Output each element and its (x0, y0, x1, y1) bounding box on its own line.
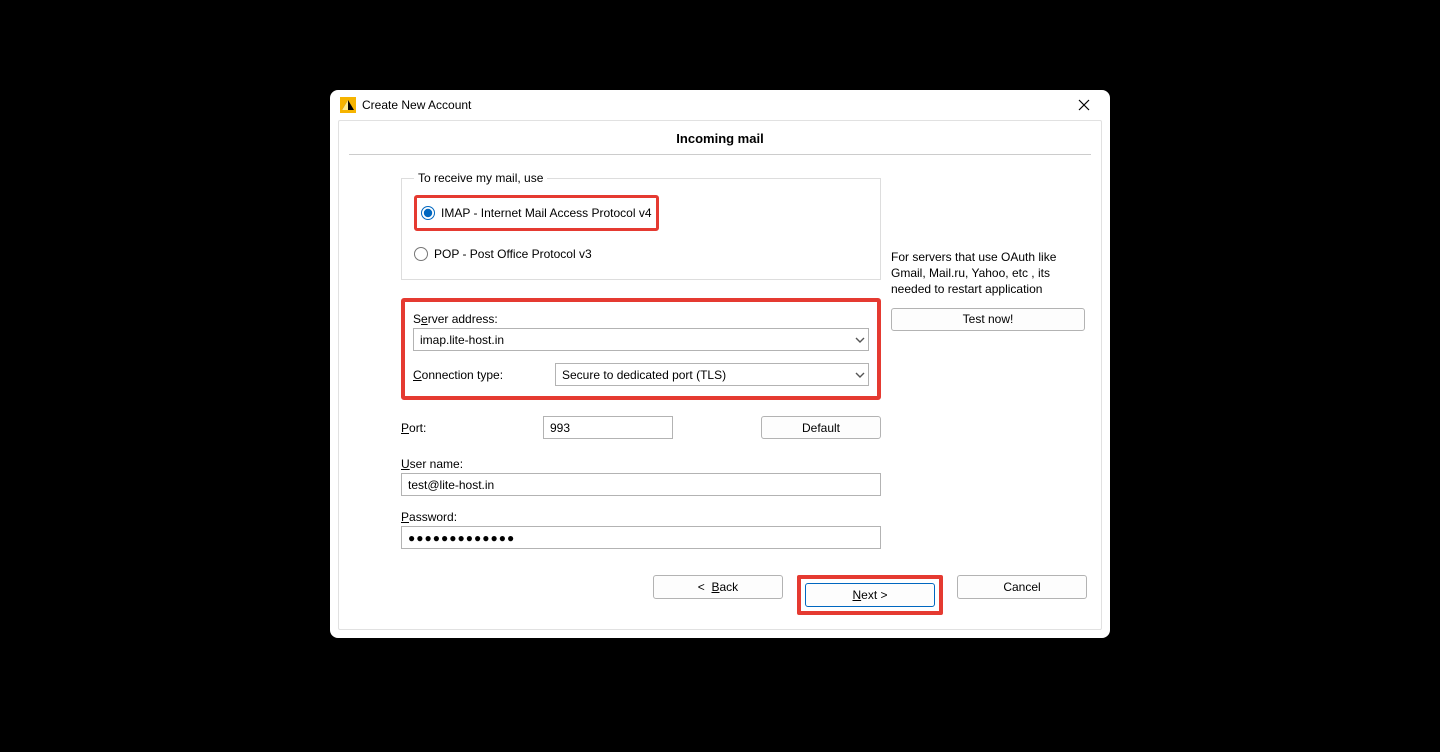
back-button[interactable]: < Back (653, 575, 783, 599)
protocol-imap-label: IMAP - Internet Mail Access Protocol v4 (441, 206, 652, 220)
oauth-note: For servers that use OAuth like Gmail, M… (891, 249, 1085, 298)
server-highlight: Server address: Connection type: (401, 298, 881, 400)
window-title: Create New Account (362, 98, 1064, 112)
username-label: User name: (401, 457, 881, 471)
connection-type-label: Connection type: (413, 368, 543, 382)
protocol-group: To receive my mail, use IMAP - Internet … (401, 171, 881, 280)
divider (349, 154, 1091, 155)
port-label: Port: (401, 421, 529, 435)
protocol-legend: To receive my mail, use (414, 171, 547, 185)
protocol-pop-row[interactable]: POP - Post Office Protocol v3 (414, 247, 868, 261)
port-input[interactable] (543, 416, 673, 439)
imap-highlight: IMAP - Internet Mail Access Protocol v4 (414, 195, 659, 231)
dialog-window: Create New Account Incoming mail To rece… (330, 90, 1110, 638)
next-highlight: Next > (797, 575, 943, 615)
protocol-imap-radio[interactable] (421, 206, 435, 220)
close-icon (1078, 99, 1090, 111)
dialog-body: Incoming mail To receive my mail, use IM… (338, 120, 1102, 630)
default-button[interactable]: Default (761, 416, 881, 439)
protocol-pop-radio[interactable] (414, 247, 428, 261)
dialog-footer: < Back Next > Cancel (339, 559, 1101, 629)
username-input[interactable] (401, 473, 881, 496)
test-now-button[interactable]: Test now! (891, 308, 1085, 331)
close-button[interactable] (1064, 91, 1104, 119)
page-title: Incoming mail (339, 121, 1101, 154)
next-button[interactable]: Next > (805, 583, 935, 607)
protocol-pop-label: POP - Post Office Protocol v3 (434, 247, 592, 261)
password-label: Password: (401, 510, 881, 524)
cancel-button[interactable]: Cancel (957, 575, 1087, 599)
app-icon (340, 97, 356, 113)
server-address-input[interactable] (413, 328, 869, 351)
protocol-imap-row[interactable]: IMAP - Internet Mail Access Protocol v4 (421, 206, 652, 220)
connection-type-select[interactable] (555, 363, 869, 386)
titlebar: Create New Account (330, 90, 1110, 120)
server-address-label: Server address: (413, 312, 869, 326)
password-input[interactable] (401, 526, 881, 549)
